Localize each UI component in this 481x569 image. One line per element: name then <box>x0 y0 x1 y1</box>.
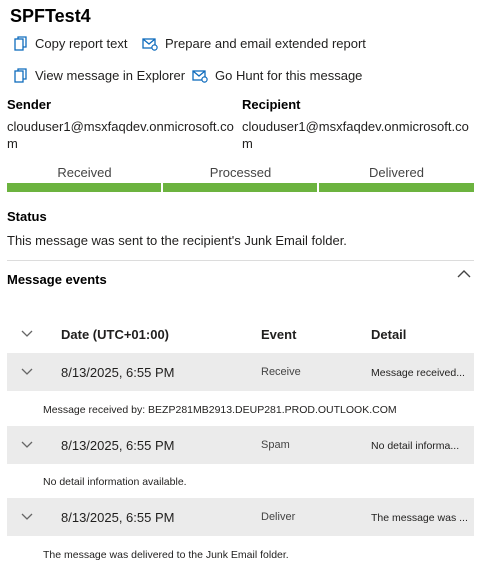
event-detail: The message was ... <box>371 512 468 524</box>
stage-delivered-bar <box>319 183 474 192</box>
event-date: 8/13/2025, 6:55 PM <box>61 510 175 525</box>
stage-received-bar <box>7 183 161 192</box>
view-in-explorer-label: View message in Explorer <box>35 68 186 83</box>
copy-icon <box>14 68 27 83</box>
chevron-down-icon[interactable] <box>20 512 34 522</box>
stage-delivered-label: Delivered <box>369 165 424 180</box>
copy-report-text-label: Copy report text <box>35 36 128 51</box>
chevron-down-icon[interactable] <box>20 367 34 377</box>
status-label: Status <box>7 209 47 224</box>
recipient-label: Recipient <box>242 97 301 112</box>
prepare-email-report-button[interactable]: Prepare and email extended report <box>142 36 366 51</box>
stage-processed-bar <box>163 183 317 192</box>
view-in-explorer-button[interactable]: View message in Explorer <box>14 68 185 83</box>
copy-report-text-button[interactable]: Copy report text <box>14 36 128 51</box>
sender-label: Sender <box>7 97 52 112</box>
event-type: Receive <box>261 366 301 378</box>
event-date: 8/13/2025, 6:55 PM <box>61 365 175 380</box>
recipient-address: clouduser1@msxfaqdev.onmicrosoft.com <box>242 119 469 151</box>
chevron-down-icon[interactable] <box>20 329 34 339</box>
status-text: This message was sent to the recipient's… <box>7 233 347 248</box>
mail-settings-icon <box>192 69 208 83</box>
event-type: Deliver <box>261 511 296 523</box>
go-hunt-label: Go Hunt for this message <box>215 68 363 83</box>
event-expanded-detail: No detail information available. <box>43 476 187 488</box>
event-expanded-detail: The message was delivered to the Junk Em… <box>43 549 289 561</box>
page-title: SPFTest4 <box>10 6 91 26</box>
event-date: 8/13/2025, 6:55 PM <box>61 438 175 453</box>
chevron-up-icon[interactable] <box>456 268 472 280</box>
stage-processed-label: Processed <box>209 165 272 180</box>
column-header-date[interactable]: Date (UTC+01:00) <box>61 327 169 342</box>
divider <box>7 260 474 261</box>
event-type: Spam <box>261 439 290 451</box>
event-detail: Message received... <box>371 367 465 379</box>
chevron-down-icon[interactable] <box>20 440 34 450</box>
event-detail: No detail informa... <box>371 440 460 452</box>
column-header-event[interactable]: Event <box>261 327 296 342</box>
prepare-email-report-label: Prepare and email extended report <box>165 36 366 51</box>
event-expanded-detail: Message received by: BEZP281MB2913.DEUP2… <box>43 404 397 416</box>
column-header-detail[interactable]: Detail <box>371 327 406 342</box>
sender-address: clouduser1@msxfaqdev.onmicrosoft.com <box>7 119 234 151</box>
copy-icon <box>14 36 27 51</box>
message-events-label: Message events <box>7 272 107 287</box>
mail-settings-icon <box>142 37 158 51</box>
go-hunt-button[interactable]: Go Hunt for this message <box>192 68 362 83</box>
stage-received-label: Received <box>57 165 112 180</box>
